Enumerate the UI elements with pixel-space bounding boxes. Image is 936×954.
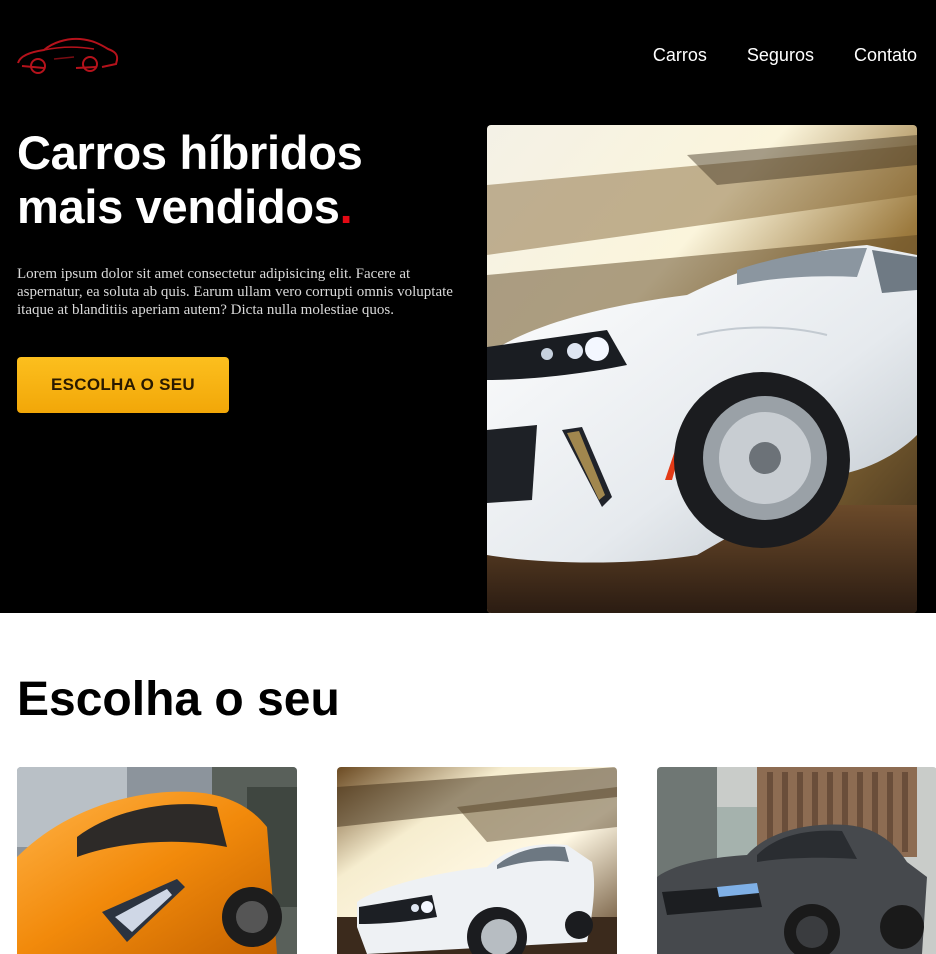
white-sports-car-image — [337, 767, 617, 954]
hero-description: Lorem ipsum dolor sit amet consectetur a… — [17, 266, 453, 318]
hero-title-line2: mais vendidos — [17, 180, 340, 233]
choose-yours-button[interactable]: ESCOLHA O SEU — [17, 357, 229, 413]
nav-link-contato[interactable]: Contato — [854, 44, 917, 66]
car-logo-icon[interactable] — [14, 30, 120, 78]
main-nav: Carros Seguros Contato — [653, 44, 917, 66]
section-title: Escolha o seu — [17, 673, 340, 726]
orange-supercar-image — [17, 767, 297, 954]
nav-link-seguros[interactable]: Seguros — [747, 44, 814, 66]
hero-title-dot: . — [339, 180, 353, 233]
gray-sedan-image — [657, 767, 936, 954]
car-card-white[interactable] — [337, 767, 617, 954]
nav-link-carros[interactable]: Carros — [653, 44, 707, 66]
hero-section: Carros Seguros Contato Carros híbridos m… — [0, 0, 936, 613]
car-card-orange[interactable] — [17, 767, 297, 954]
hero-car-image — [487, 125, 917, 613]
hero-title: Carros híbridos mais vendidos. — [17, 126, 457, 234]
hero-title-line1: Carros híbridos — [17, 126, 363, 179]
car-card-gray[interactable] — [657, 767, 936, 954]
